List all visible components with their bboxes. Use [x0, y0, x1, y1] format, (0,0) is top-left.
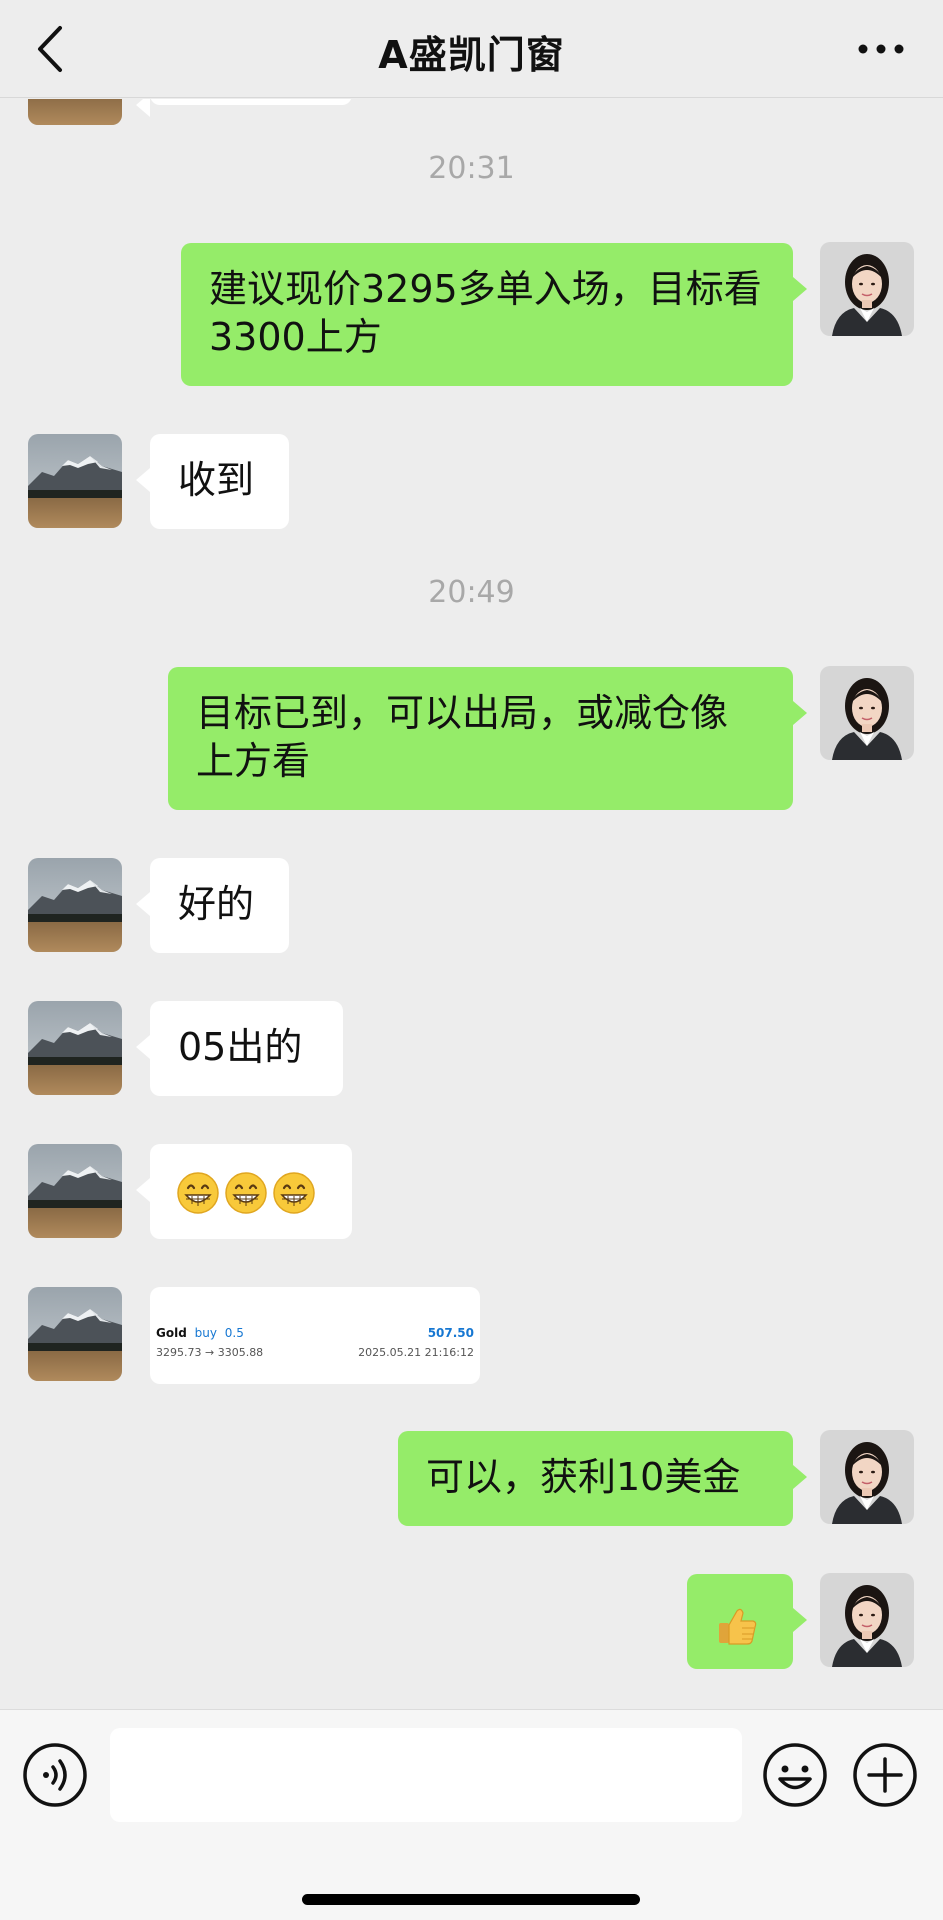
contact-avatar[interactable] [28, 1144, 122, 1238]
trade-type: buy [194, 1326, 217, 1340]
home-indicator[interactable] [302, 1894, 640, 1905]
trade-datetime: 2025.05.21 21:16:12 [358, 1346, 474, 1359]
woman-avatar-image [820, 1573, 914, 1667]
mountain-avatar-image [28, 99, 122, 125]
chat-title: A盛凯门窗 [378, 33, 565, 77]
message-bubble-incoming[interactable]: 好的 [136, 858, 289, 953]
mountain-avatar-image [28, 1144, 122, 1238]
smiley-icon [763, 1743, 827, 1807]
voice-icon [23, 1743, 87, 1807]
timestamp: 20:31 [428, 151, 515, 186]
voice-input-button[interactable] [22, 1742, 88, 1808]
chat-header: A盛凯门窗 [0, 0, 943, 98]
message-text: 建议现价3295多单入场，目标看3300上方 [209, 267, 762, 359]
contact-avatar[interactable] [28, 1287, 122, 1381]
contact-avatar[interactable] [28, 434, 122, 528]
trade-profit: 507.50 [427, 1326, 474, 1340]
message-text: 可以，获利10美金 [426, 1455, 741, 1499]
input-bar [0, 1709, 943, 1920]
more-functions-button[interactable] [852, 1742, 918, 1808]
message-text: 收到 [178, 458, 255, 502]
trade-row-bottom: 3295.73 → 3305.88 2025.05.21 21:16:12 [156, 1345, 474, 1363]
my-avatar[interactable] [820, 242, 914, 336]
message-input[interactable] [110, 1728, 742, 1822]
message-bubble-incoming[interactable]: 收到 [136, 434, 289, 529]
thumbs-up-emoji [719, 1608, 757, 1645]
message-bubble-outgoing[interactable] [687, 1574, 807, 1669]
timestamp: 20:49 [428, 575, 515, 610]
mountain-avatar-image [28, 434, 122, 528]
trade-record: Gold buy 0.5 507.50 3295.73 → 3305.88 20… [150, 1287, 480, 1384]
emoji-picker-button[interactable] [762, 1742, 828, 1808]
trade-symbol: Gold [156, 1326, 187, 1340]
message-bubble-outgoing[interactable]: 目标已到，可以出局，或减仓像上方看 [168, 667, 807, 810]
message-bubble-incoming[interactable] [136, 1144, 352, 1239]
trade-lot: 0.5 [224, 1326, 244, 1340]
message-text: 05出的 [178, 1025, 303, 1069]
grinning-face-emoji [272, 1171, 316, 1215]
my-avatar[interactable] [820, 666, 914, 760]
woman-avatar-image [820, 666, 914, 760]
message-bubble-outgoing[interactable]: 建议现价3295多单入场，目标看3300上方 [181, 243, 807, 386]
trade-prices: 3295.73 → 3305.88 [156, 1346, 264, 1359]
grinning-face-emoji [224, 1171, 268, 1215]
message-bubble-outgoing[interactable]: 可以，获利10美金 [398, 1431, 807, 1526]
message-text: 好的 [178, 882, 255, 926]
contact-avatar[interactable] [28, 858, 122, 952]
mountain-avatar-image [28, 1001, 122, 1095]
message-bubble-incoming[interactable]: 05出的 [136, 1001, 343, 1096]
grinning-face-emoji [176, 1171, 220, 1215]
woman-avatar-image [820, 242, 914, 336]
chat-message-list[interactable]: 20:31 建议现价3295多单入场，目标看3300上方 收到 20:49 目标… [0, 99, 943, 1709]
contact-avatar[interactable] [28, 99, 122, 125]
mountain-avatar-image [28, 1287, 122, 1381]
trade-row-top: Gold buy 0.5 507.50 [156, 1325, 474, 1343]
trade-screenshot-card[interactable]: Gold buy 0.5 507.50 3295.73 → 3305.88 20… [150, 1287, 480, 1384]
more-options-button[interactable] [855, 36, 907, 62]
my-avatar[interactable] [820, 1430, 914, 1524]
mountain-avatar-image [28, 858, 122, 952]
woman-avatar-image [820, 1430, 914, 1524]
plus-icon [853, 1743, 917, 1807]
contact-avatar[interactable] [28, 1001, 122, 1095]
message-text: 目标已到，可以出局，或减仓像上方看 [196, 691, 729, 783]
message-bubble-partial[interactable] [136, 99, 352, 117]
my-avatar[interactable] [820, 1573, 914, 1667]
more-dots-icon [858, 44, 904, 54]
